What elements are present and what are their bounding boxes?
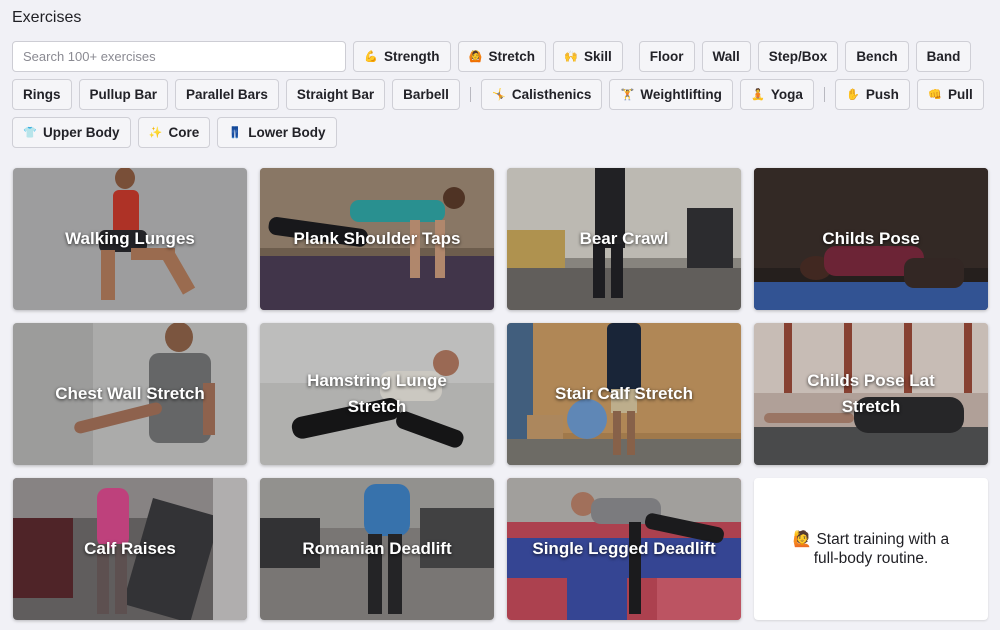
- exercise-grid: Walking Lunges Plank Shoulder Taps Bear …: [13, 168, 988, 620]
- filter-label: Upper Body: [43, 125, 120, 140]
- filter-stretch[interactable]: 🙆 Stretch: [457, 41, 547, 72]
- exercise-name: Romanian Deadlift: [302, 539, 452, 558]
- exercise-name: Hamstring Lunge Stretch: [307, 371, 447, 416]
- filter-label: Skill: [584, 49, 612, 64]
- filter-label: Core: [168, 125, 200, 140]
- core-icon: ✨: [148, 127, 163, 139]
- exercise-card-childs-pose-lat-stretch[interactable]: Childs Pose Lat Stretch: [754, 323, 988, 465]
- exercise-card-romanian-deadlift[interactable]: Romanian Deadlift: [260, 478, 494, 620]
- filter-upper-body[interactable]: 👕 Upper Body: [12, 117, 131, 148]
- cartwheel-icon: 🤸: [492, 89, 506, 101]
- filter-strength[interactable]: 💪 Strength: [353, 41, 451, 72]
- fist-icon: 👊: [928, 89, 942, 101]
- filter-pullup-bar[interactable]: Pullup Bar: [78, 79, 169, 110]
- filter-straight-bar[interactable]: Straight Bar: [285, 79, 386, 110]
- exercise-card-walking-lunges[interactable]: Walking Lunges: [13, 168, 247, 310]
- filter-bench[interactable]: Bench: [845, 41, 909, 72]
- filter-bar: 💪 Strength 🙆 Stretch 🙌 Skill Floor Wall …: [12, 41, 992, 155]
- promo-text: 🙋 Start training with a full-body routin…: [792, 531, 950, 567]
- filter-divider: [823, 87, 825, 102]
- exercise-card-bear-crawl[interactable]: Bear Crawl: [507, 168, 741, 310]
- filter-weightlifting[interactable]: 🏋 Weightlifting: [609, 79, 733, 110]
- exercise-name: Plank Shoulder Taps: [293, 229, 461, 248]
- filter-parallel-bars[interactable]: Parallel Bars: [175, 79, 279, 110]
- filter-label: Stretch: [488, 49, 536, 64]
- person-stretching-icon: 🙆: [468, 51, 483, 63]
- exercise-card-stair-calf-stretch[interactable]: Stair Calf Stretch: [507, 323, 741, 465]
- filter-calisthenics[interactable]: 🤸 Calisthenics: [480, 79, 603, 110]
- weightlifter-icon: 🏋: [620, 89, 635, 101]
- shirt-icon: 👕: [23, 127, 37, 139]
- filter-core[interactable]: ✨ Core: [137, 117, 211, 148]
- exercise-name: Childs Pose: [822, 229, 920, 248]
- flexed-biceps-icon: 💪: [364, 51, 378, 63]
- filter-label: Calisthenics: [511, 87, 592, 102]
- exercises-page: Exercises 💪 Strength 🙆 Stretch 🙌 Skill F…: [0, 0, 1000, 630]
- filter-label: Yoga: [770, 87, 803, 102]
- exercise-name: Walking Lunges: [65, 229, 195, 248]
- filter-barbell[interactable]: Barbell: [392, 79, 460, 110]
- exercise-card-hamstring-lunge-stretch[interactable]: Hamstring Lunge Stretch: [260, 323, 494, 465]
- full-body-routine-card[interactable]: 🙋 Start training with a full-body routin…: [754, 478, 988, 620]
- search-input[interactable]: [12, 41, 346, 72]
- filter-row-1: 💪 Strength 🙆 Stretch 🙌 Skill Floor Wall …: [12, 41, 992, 72]
- filter-row-3: 👕 Upper Body ✨ Core 👖 Lower Body: [12, 117, 992, 148]
- exercise-name: Childs Pose Lat Stretch: [807, 371, 935, 416]
- filter-skill[interactable]: 🙌 Skill: [553, 41, 623, 72]
- exercise-name: Stair Calf Stretch: [555, 384, 693, 403]
- filter-label: Lower Body: [248, 125, 326, 140]
- raised-hands-icon: 🙌: [564, 51, 578, 63]
- filter-step-box[interactable]: Step/Box: [757, 41, 839, 72]
- filter-label: Weightlifting: [640, 87, 722, 102]
- jeans-icon: 👖: [228, 127, 243, 139]
- exercise-name: Chest Wall Stretch: [55, 384, 205, 403]
- exercise-card-childs-pose[interactable]: Childs Pose: [754, 168, 988, 310]
- raised-hand-icon: ✋: [846, 89, 860, 101]
- exercise-name: Calf Raises: [84, 539, 176, 558]
- filter-pull[interactable]: 👊 Pull: [916, 79, 984, 110]
- filter-floor[interactable]: Floor: [638, 41, 695, 72]
- filter-label: Pull: [947, 87, 973, 102]
- exercise-name: Single Legged Deadlift: [532, 539, 716, 558]
- filter-push[interactable]: ✋ Push: [834, 79, 910, 110]
- exercise-name: Bear Crawl: [579, 229, 669, 248]
- filter-row-2: Rings Pullup Bar Parallel Bars Straight …: [12, 79, 992, 110]
- exercise-card-chest-wall-stretch[interactable]: Chest Wall Stretch: [13, 323, 247, 465]
- filter-label: Strength: [384, 49, 440, 64]
- exercise-card-calf-raises[interactable]: Calf Raises: [13, 478, 247, 620]
- lotus-position-icon: 🧘: [751, 89, 765, 101]
- filter-label: Push: [865, 87, 899, 102]
- filter-wall[interactable]: Wall: [701, 41, 751, 72]
- filter-divider: [469, 87, 471, 102]
- exercise-card-single-legged-deadlift[interactable]: Single Legged Deadlift: [507, 478, 741, 620]
- page-title: Exercises: [12, 9, 82, 26]
- filter-yoga[interactable]: 🧘 Yoga: [739, 79, 814, 110]
- filter-lower-body[interactable]: 👖 Lower Body: [217, 117, 337, 148]
- filter-band[interactable]: Band: [915, 41, 972, 72]
- filter-rings[interactable]: Rings: [12, 79, 72, 110]
- exercise-card-plank-shoulder-taps[interactable]: Plank Shoulder Taps: [260, 168, 494, 310]
